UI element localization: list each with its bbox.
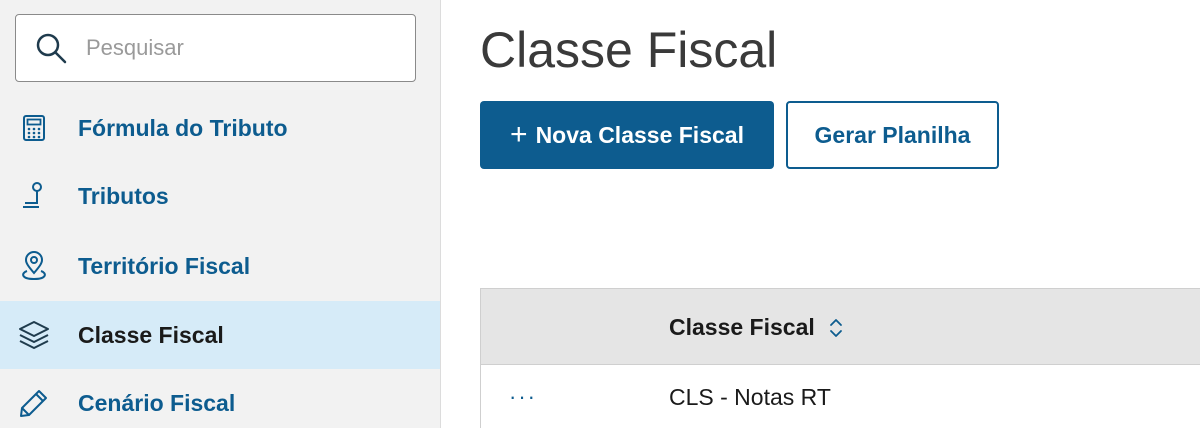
- sidebar-item-label: Fórmula do Tributo: [78, 115, 288, 141]
- tax-pin-icon: [23, 182, 42, 208]
- table-cell-classe-fiscal: CLS - Notas RT: [669, 384, 831, 410]
- row-actions-menu[interactable]: ···: [509, 383, 543, 411]
- search-box[interactable]: [15, 14, 416, 82]
- sort-icon[interactable]: [827, 317, 845, 339]
- sidebar: Fórmula do Tributo Tributos Território F…: [0, 0, 441, 428]
- new-classe-fiscal-label: Nova Classe Fiscal: [535, 121, 744, 148]
- table-row[interactable]: ··· CLS - Notas RT: [481, 365, 1200, 428]
- new-classe-fiscal-button[interactable]: + Nova Classe Fiscal: [480, 101, 774, 169]
- sidebar-item-territorio-fiscal[interactable]: Território Fiscal: [0, 232, 440, 300]
- generate-spreadsheet-button[interactable]: Gerar Planilha: [786, 101, 999, 169]
- table-header: Classe Fiscal: [481, 289, 1200, 365]
- sidebar-item-formula-do-tributo[interactable]: Fórmula do Tributo: [0, 94, 440, 162]
- sidebar-item-classe-fiscal[interactable]: Classe Fiscal: [0, 301, 440, 369]
- sidebar-item-tributos[interactable]: Tributos: [0, 162, 440, 230]
- page-title: Classe Fiscal: [480, 22, 778, 78]
- sidebar-item-cenario-fiscal[interactable]: Cenário Fiscal: [0, 369, 440, 428]
- sidebar-item-label: Classe Fiscal: [78, 322, 224, 348]
- plus-icon: +: [510, 118, 528, 151]
- search-input[interactable]: [86, 25, 396, 71]
- map-pin-icon: [22, 251, 46, 281]
- layers-icon: [19, 321, 49, 349]
- sidebar-item-label: Território Fiscal: [78, 253, 251, 279]
- sidebar-item-label: Cenário Fiscal: [78, 390, 236, 416]
- sidebar-item-label: Tributos: [78, 183, 169, 209]
- generate-spreadsheet-label: Gerar Planilha: [814, 121, 971, 148]
- column-header-classe-fiscal[interactable]: Classe Fiscal: [669, 289, 815, 365]
- search-icon: [36, 33, 67, 64]
- pencil-icon: [20, 390, 47, 417]
- calculator-icon: [23, 115, 45, 141]
- classe-fiscal-table: Classe Fiscal ··· CLS - Notas RT: [480, 288, 1200, 428]
